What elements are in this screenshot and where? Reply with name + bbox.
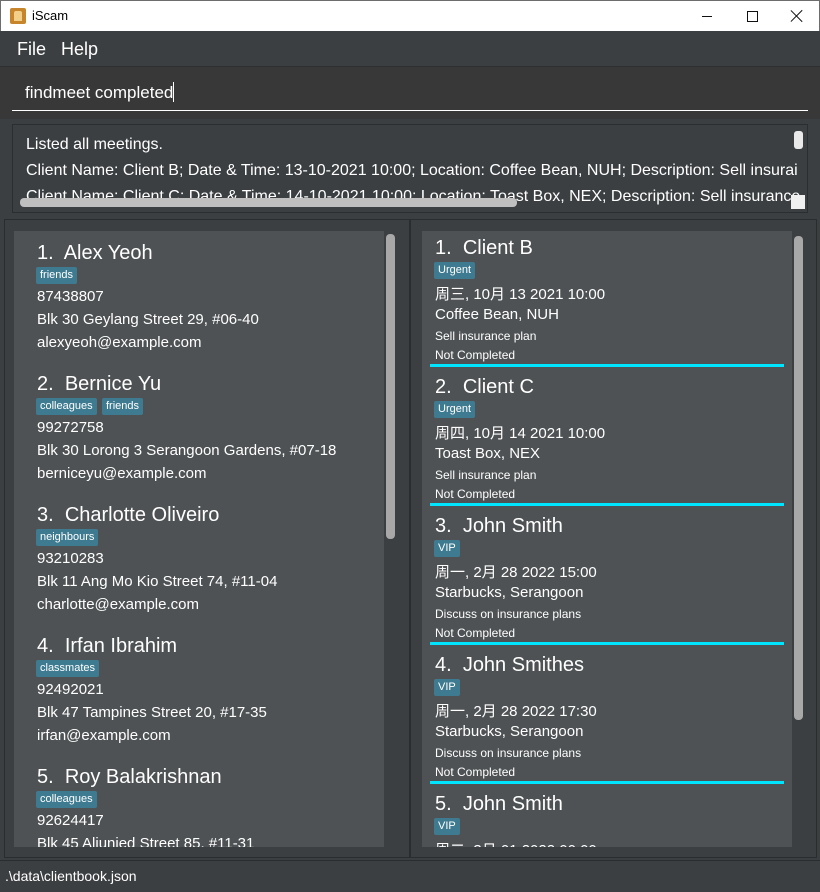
meeting-datetime: 周四, 10月 14 2021 10:00 — [435, 425, 606, 442]
client-address: Blk 30 Lorong 3 Serangoon Gardens, #07-1… — [37, 442, 337, 459]
minimize-icon — [702, 15, 712, 17]
minimize-button[interactable] — [684, 1, 730, 31]
meeting-divider — [430, 503, 784, 506]
meeting-datetime: 周二, 3月 01 2022 00:00 — [435, 839, 597, 847]
command-text: findmeet completed — [25, 83, 174, 102]
meeting-location: Starbucks, Serangoon — [435, 584, 584, 601]
close-icon — [791, 10, 803, 22]
meeting-tag: Urgent — [434, 262, 476, 279]
meeting-status: Not Completed — [435, 487, 516, 501]
client-name: 1. Alex Yeoh — [37, 242, 153, 264]
menu-bar: File Help — [0, 31, 820, 67]
meeting-location: Starbucks, Serangoon — [435, 723, 584, 740]
meeting-description: Discuss on insurance plans — [435, 607, 582, 621]
meeting-client-name: 2. Client C — [435, 376, 534, 398]
meeting-client-name: 1. Client B — [435, 237, 533, 259]
client-tag: friends — [36, 267, 78, 284]
client-name: 5. Roy Balakrishnan — [37, 766, 222, 788]
maximize-icon — [746, 10, 758, 22]
meeting-datetime: 周一, 2月 28 2022 17:30 — [435, 703, 597, 720]
client-phone: 99272758 — [37, 419, 104, 436]
title-bar: iScam — [0, 0, 820, 31]
client-email: alexyeoh@example.com — [37, 334, 202, 351]
result-line: Client Name: Client B; Date & Time: 13-1… — [26, 162, 798, 179]
client-email: irfan@example.com — [37, 727, 171, 744]
client-tag: colleagues — [36, 791, 97, 808]
meeting-status: Not Completed — [435, 626, 516, 640]
result-line: Listed all meetings. — [26, 136, 163, 153]
client-tag: colleagues — [36, 398, 97, 415]
meeting-datetime: 周一, 2月 28 2022 15:00 — [435, 564, 597, 581]
client-address: Blk 30 Geylang Street 29, #06-40 — [37, 311, 259, 328]
save-location: .\data\clientbook.json — [5, 868, 137, 884]
result-vertical-scrollbar[interactable] — [794, 131, 803, 149]
client-list-scrollbar[interactable] — [386, 234, 395, 539]
meeting-description: Discuss on insurance plans — [435, 746, 582, 760]
meeting-list-scrollbar[interactable] — [794, 236, 803, 720]
client-tag: friends — [102, 398, 144, 415]
app-icon — [10, 8, 26, 24]
meeting-client-name: 4. John Smithes — [435, 654, 584, 676]
maximize-button[interactable] — [729, 1, 775, 31]
meeting-divider — [430, 364, 784, 367]
client-phone: 92624417 — [37, 812, 104, 829]
meeting-location: Toast Box, NEX — [435, 445, 541, 462]
meeting-list-panel: 1. Client B Urgent 周三, 10月 13 2021 10:00… — [410, 219, 817, 858]
meeting-description: Sell insurance plan — [435, 468, 537, 482]
window-title: iScam — [32, 8, 69, 23]
client-email: charlotte@example.com — [37, 596, 199, 613]
command-input[interactable]: findmeet completed — [12, 79, 808, 111]
meeting-tag: VIP — [434, 540, 460, 557]
client-phone: 92492021 — [37, 681, 104, 698]
client-name: 3. Charlotte Oliveiro — [37, 504, 220, 526]
client-email: berniceyu@example.com — [37, 465, 207, 482]
meeting-list[interactable]: 1. Client B Urgent 周三, 10月 13 2021 10:00… — [422, 231, 792, 847]
client-phone: 93210283 — [37, 550, 104, 567]
menu-help[interactable]: Help — [61, 39, 98, 60]
client-name: 4. Irfan Ibrahim — [37, 635, 178, 657]
meeting-tag: Urgent — [434, 401, 476, 418]
client-phone: 87438807 — [37, 288, 104, 305]
client-name: 2. Bernice Yu — [37, 373, 162, 395]
meeting-tag: VIP — [434, 818, 460, 835]
client-list[interactable]: 1. Alex Yeoh friends 87438807 Blk 30 Gey… — [14, 231, 384, 847]
client-tag: classmates — [36, 660, 100, 677]
command-box: findmeet completed — [0, 67, 820, 119]
client-address: Blk 11 Ang Mo Kio Street 74, #11-04 — [37, 573, 278, 590]
scroll-corner — [791, 195, 805, 209]
meeting-status: Not Completed — [435, 765, 516, 779]
meeting-description: Sell insurance plan — [435, 329, 537, 343]
status-bar: .\data\clientbook.json — [0, 860, 820, 892]
meeting-client-name: 5. John Smith — [435, 793, 563, 815]
meeting-tag: VIP — [434, 679, 460, 696]
meeting-divider — [430, 642, 784, 645]
client-tag: neighbours — [36, 529, 99, 546]
meeting-divider — [430, 781, 784, 784]
result-horizontal-scrollbar[interactable] — [20, 198, 517, 207]
meeting-datetime: 周三, 10月 13 2021 10:00 — [435, 286, 606, 303]
meeting-status: Not Completed — [435, 348, 516, 362]
client-address: Blk 45 Aljunied Street 85, #11-31 — [37, 835, 255, 847]
meeting-client-name: 3. John Smith — [435, 515, 563, 537]
client-list-panel: 1. Alex Yeoh friends 87438807 Blk 30 Gey… — [4, 219, 410, 858]
close-button[interactable] — [774, 1, 820, 31]
client-address: Blk 47 Tampines Street 20, #17-35 — [37, 704, 267, 721]
result-display[interactable]: Listed all meetings. Client Name: Client… — [12, 124, 808, 213]
menu-file[interactable]: File — [17, 39, 46, 60]
meeting-location: Coffee Bean, NUH — [435, 306, 559, 323]
text-caret — [173, 82, 175, 102]
